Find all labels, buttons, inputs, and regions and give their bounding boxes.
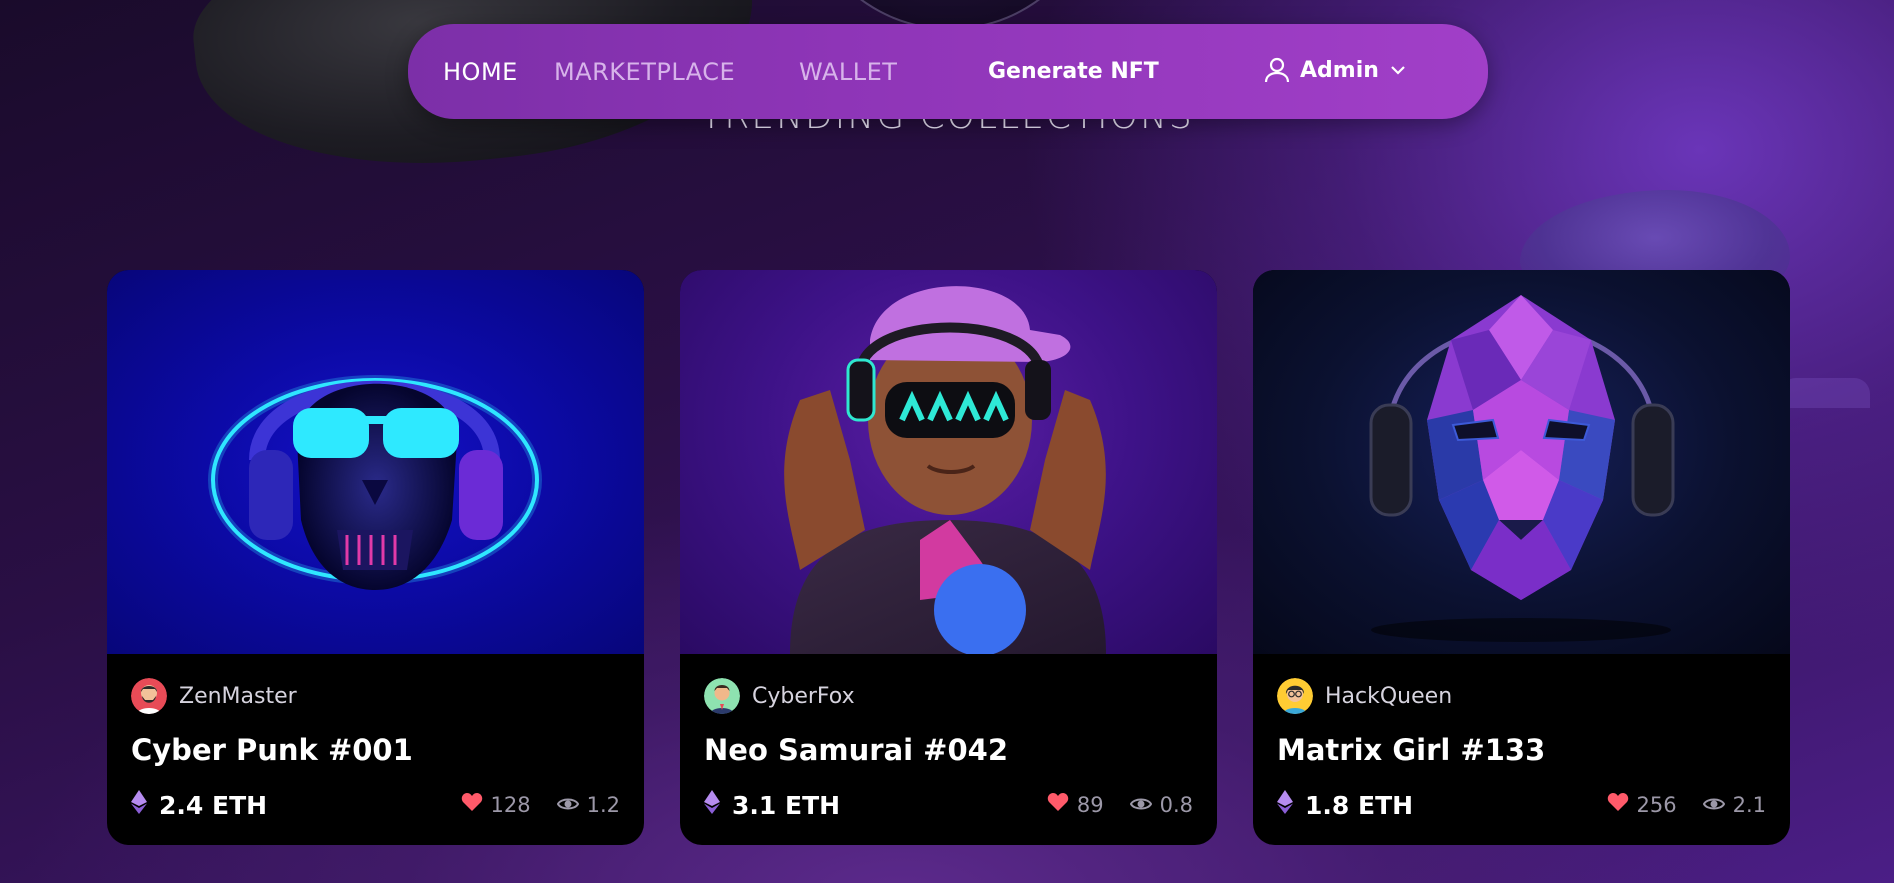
creator[interactable]: HackQueen [1277, 678, 1452, 714]
nft-image[interactable] [1253, 270, 1790, 654]
nft-title: Neo Samurai #042 [704, 733, 1009, 767]
avatar [131, 678, 167, 714]
eye-icon [556, 793, 579, 817]
user-menu[interactable]: Admin [1264, 56, 1407, 84]
heart-icon[interactable] [461, 792, 483, 817]
views-count: 2.1 [1732, 792, 1766, 817]
nft-title: Cyber Punk #001 [131, 733, 413, 767]
creator[interactable]: CyberFox [704, 678, 855, 714]
price: 3.1 ETH [704, 790, 840, 820]
heart-icon[interactable] [1047, 792, 1069, 817]
stats: 128 1.2 [461, 792, 620, 817]
nft-card[interactable]: CyberFox Neo Samurai #042 3.1 ETH 89 0.8 [680, 270, 1217, 845]
price-value: 1.8 ETH [1305, 790, 1414, 820]
likes-count: 128 [490, 792, 531, 817]
stats: 89 0.8 [1047, 792, 1193, 817]
chevron-down-icon [1389, 64, 1407, 76]
price: 1.8 ETH [1277, 790, 1413, 820]
nav-wallet-link[interactable]: WALLET [799, 58, 897, 86]
nft-card[interactable]: ZenMaster Cyber Punk #001 2.4 ETH 128 1.… [107, 270, 644, 845]
ethereum-icon [131, 790, 147, 820]
nft-card[interactable]: HackQueen Matrix Girl #133 1.8 ETH 256 2… [1253, 270, 1790, 845]
creator[interactable]: ZenMaster [131, 678, 297, 714]
creator-name: ZenMaster [179, 683, 297, 709]
ethereum-icon [704, 790, 720, 820]
user-name: Admin [1300, 57, 1379, 83]
avatar [704, 678, 740, 714]
nft-image[interactable] [107, 270, 644, 654]
nav-home-link[interactable]: HOME [443, 58, 518, 86]
side-pill [1780, 378, 1870, 408]
ethereum-icon [1277, 790, 1293, 820]
price: 2.4 ETH [131, 790, 267, 820]
user-icon [1264, 56, 1290, 84]
likes-count: 89 [1076, 792, 1104, 817]
nft-title: Matrix Girl #133 [1277, 733, 1546, 767]
creator-name: CyberFox [752, 683, 855, 709]
eye-icon [1129, 793, 1152, 817]
likes-count: 256 [1636, 792, 1677, 817]
creator-name: HackQueen [1325, 683, 1453, 709]
eye-icon [1702, 793, 1725, 817]
stats: 256 2.1 [1607, 792, 1766, 817]
price-value: 3.1 ETH [732, 790, 841, 820]
views-count: 1.2 [586, 792, 620, 817]
navbar: HOME MARKETPLACE WALLET Generate NFT Adm… [408, 24, 1488, 119]
price-value: 2.4 ETH [159, 790, 268, 820]
nav-marketplace-link[interactable]: MARKETPLACE [554, 58, 735, 86]
views-count: 0.8 [1159, 792, 1193, 817]
heart-icon[interactable] [1607, 792, 1629, 817]
avatar [1277, 678, 1313, 714]
nft-image[interactable] [680, 270, 1217, 654]
generate-nft-button[interactable]: Generate NFT [988, 59, 1159, 84]
